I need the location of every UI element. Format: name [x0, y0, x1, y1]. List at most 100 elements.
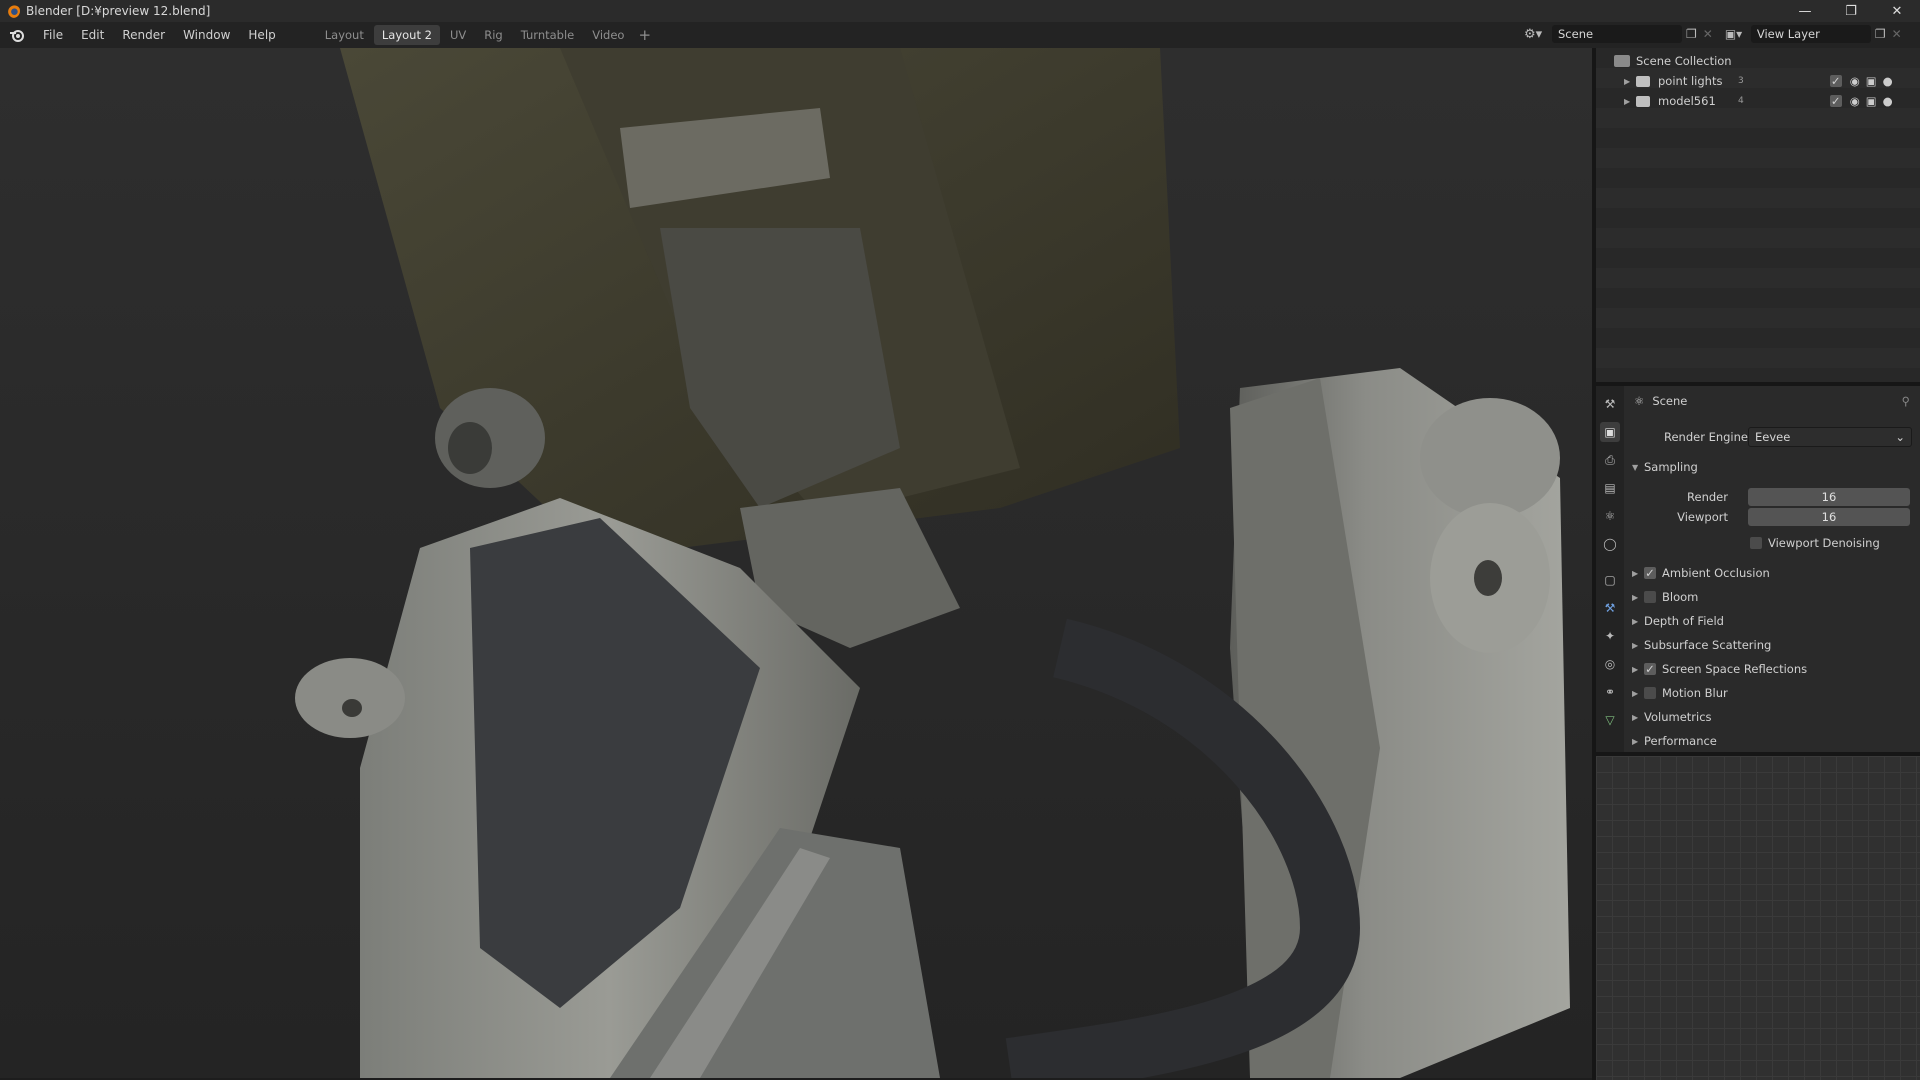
menu-file[interactable]: File: [34, 22, 72, 48]
view-layer-tab-icon[interactable]: ▤: [1600, 478, 1620, 498]
viewport-denoising-row[interactable]: Viewport Denoising: [1624, 532, 1920, 554]
scene-browse-icon[interactable]: ⚙▾: [1524, 27, 1552, 42]
outliner-item-point-lights[interactable]: ▶ point lights 3 ✓ ◉ ▣ ●: [1596, 71, 1920, 91]
workspace-tab-uv[interactable]: UV: [442, 25, 474, 45]
menu-edit[interactable]: Edit: [72, 22, 113, 48]
modifier-tab-icon[interactable]: ⚒: [1600, 598, 1620, 618]
pin-icon[interactable]: ⚲: [1902, 394, 1910, 408]
viewport-samples-label: Viewport: [1677, 510, 1728, 524]
monitor-icon[interactable]: ▣: [1866, 94, 1877, 108]
tool-tab-icon[interactable]: ⚒: [1600, 394, 1620, 414]
ssr-checkbox[interactable]: ✓: [1644, 662, 1656, 676]
render-samples-field[interactable]: 16: [1748, 488, 1910, 506]
expand-arrow-icon[interactable]: ▶: [1624, 77, 1636, 86]
panel-ambient-occlusion[interactable]: ▶ ✓ Ambient Occlusion: [1624, 562, 1920, 584]
workspace-tab-layout-2[interactable]: Layout 2: [373, 25, 440, 45]
scene-name-field[interactable]: Scene: [1552, 25, 1682, 43]
close-icon[interactable]: ✕: [1874, 0, 1920, 22]
render-engine-value: Eevee: [1755, 430, 1791, 444]
viewport-samples-row: Viewport 16: [1624, 506, 1920, 528]
collapsed-arrow-icon: ▶: [1632, 568, 1639, 578]
mesh-count-badge: 4: [1738, 96, 1744, 106]
context-label: Scene: [1652, 394, 1688, 408]
object-tab-icon[interactable]: ▢: [1600, 570, 1620, 590]
bloom-checkbox[interactable]: [1644, 591, 1656, 603]
exclude-checkbox[interactable]: ✓: [1829, 74, 1842, 88]
properties-panel: ⚒ ▣ ⎙ ▤ ⚛ ◯ ▢ ⚒ ✦ ◎ ⚭ ▽ ⚛ Scene ⚲ Render…: [1596, 386, 1920, 752]
camera-icon[interactable]: ●: [1883, 74, 1893, 88]
panel-label: Screen Space Reflections: [1662, 662, 1808, 676]
panel-screen-space-reflections[interactable]: ▶ ✓ Screen Space Reflections: [1624, 658, 1920, 680]
panel-depth-of-field[interactable]: ▶ Depth of Field: [1624, 610, 1920, 632]
outliner-item-label: model561: [1658, 94, 1716, 108]
render-samples-label: Render: [1687, 490, 1728, 504]
panel-motion-blur[interactable]: ▶ Motion Blur: [1624, 682, 1920, 704]
render-engine-dropdown[interactable]: Eevee ⌄: [1748, 427, 1912, 447]
camera-icon[interactable]: ●: [1883, 94, 1893, 108]
window-title: Blender [D:¥preview 12.blend]: [26, 4, 211, 18]
outliner-item-model561[interactable]: ▶ model561 4 ✓ ◉ ▣ ●: [1596, 91, 1920, 111]
blender-logo-icon: [6, 4, 20, 18]
view-layer-browse-icon[interactable]: ▣▾: [1725, 27, 1751, 41]
scene-context-icon: ⚛: [1634, 394, 1645, 408]
scene-tab-icon[interactable]: ⚛: [1600, 506, 1620, 526]
new-view-layer-icon[interactable]: ❐: [1875, 27, 1886, 41]
constraints-tab-icon[interactable]: ⚭: [1600, 682, 1620, 702]
blender-menu-icon[interactable]: [8, 26, 26, 44]
world-tab-icon[interactable]: ◯: [1600, 534, 1620, 554]
monitor-icon[interactable]: ▣: [1866, 74, 1877, 88]
ambient-occlusion-checkbox[interactable]: ✓: [1644, 566, 1656, 580]
output-tab-icon[interactable]: ⎙: [1600, 450, 1620, 470]
render-tab-icon[interactable]: ▣: [1600, 422, 1620, 442]
eye-icon[interactable]: ◉: [1850, 74, 1860, 88]
sampling-panel-header[interactable]: ▼ Sampling: [1624, 456, 1920, 478]
collapsed-arrow-icon: ▶: [1632, 736, 1639, 746]
viewport-denoising-label: Viewport Denoising: [1768, 536, 1880, 550]
menu-help[interactable]: Help: [239, 22, 284, 48]
outliner-root-row[interactable]: Scene Collection: [1596, 51, 1920, 71]
data-tab-icon[interactable]: ▽: [1600, 710, 1620, 730]
panel-label: Bloom: [1662, 590, 1699, 604]
viewport-denoising-checkbox[interactable]: [1750, 537, 1762, 549]
eye-icon[interactable]: ◉: [1850, 94, 1860, 108]
delete-view-layer-icon[interactable]: ✕: [1892, 27, 1902, 41]
view-layer-field[interactable]: View Layer: [1750, 25, 1871, 43]
panel-label: Volumetrics: [1644, 710, 1712, 724]
menu-render[interactable]: Render: [113, 22, 174, 48]
render-engine-row: Render Engine Eevee ⌄: [1624, 426, 1920, 448]
sampling-title: Sampling: [1644, 460, 1698, 474]
bottom-editor-area[interactable]: [1596, 756, 1920, 1080]
workspace-tab-layout[interactable]: Layout: [317, 25, 372, 45]
viewport-samples-field[interactable]: 16: [1748, 508, 1910, 526]
panel-label: Ambient Occlusion: [1662, 566, 1770, 580]
particles-tab-icon[interactable]: ✦: [1600, 626, 1620, 646]
collapsed-arrow-icon: ▶: [1632, 640, 1639, 650]
collection-icon: [1614, 55, 1630, 67]
outliner-panel: Scene Collection ▶ point lights 3 ✓ ◉ ▣ …: [1596, 48, 1920, 382]
panel-volumetrics[interactable]: ▶ Volumetrics: [1624, 706, 1920, 728]
workspace-tab-rig[interactable]: Rig: [476, 25, 511, 45]
properties-content: ⚛ Scene ⚲ Render Engine Eevee ⌄ ▼ Sampli…: [1624, 386, 1920, 752]
collapsed-arrow-icon: ▶: [1632, 712, 1639, 722]
exclude-checkbox[interactable]: ✓: [1829, 94, 1842, 108]
motion-blur-checkbox[interactable]: [1644, 687, 1656, 699]
physics-tab-icon[interactable]: ◎: [1600, 654, 1620, 674]
expand-arrow-icon[interactable]: ▶: [1624, 97, 1636, 106]
workspace-tab-turntable[interactable]: Turntable: [513, 25, 583, 45]
add-workspace-button[interactable]: +: [632, 26, 657, 44]
panel-bloom[interactable]: ▶ Bloom: [1624, 586, 1920, 608]
panel-performance[interactable]: ▶ Performance: [1624, 730, 1920, 752]
restore-icon[interactable]: ❐: [1828, 0, 1874, 22]
chevron-down-icon: ⌄: [1895, 430, 1905, 444]
properties-header: ⚛ Scene ⚲: [1624, 390, 1920, 412]
menu-window[interactable]: Window: [174, 22, 239, 48]
new-scene-icon[interactable]: ❐: [1686, 27, 1697, 41]
panel-subsurface-scattering[interactable]: ▶ Subsurface Scattering: [1624, 634, 1920, 656]
collection-icon: [1636, 95, 1650, 107]
minimize-icon[interactable]: —: [1782, 0, 1828, 22]
delete-scene-icon[interactable]: ✕: [1703, 27, 1713, 41]
collection-icon: [1636, 75, 1650, 87]
scene-collection-label: Scene Collection: [1636, 54, 1732, 68]
workspace-tab-video[interactable]: Video: [584, 25, 632, 45]
3d-viewport[interactable]: [0, 48, 1592, 1078]
